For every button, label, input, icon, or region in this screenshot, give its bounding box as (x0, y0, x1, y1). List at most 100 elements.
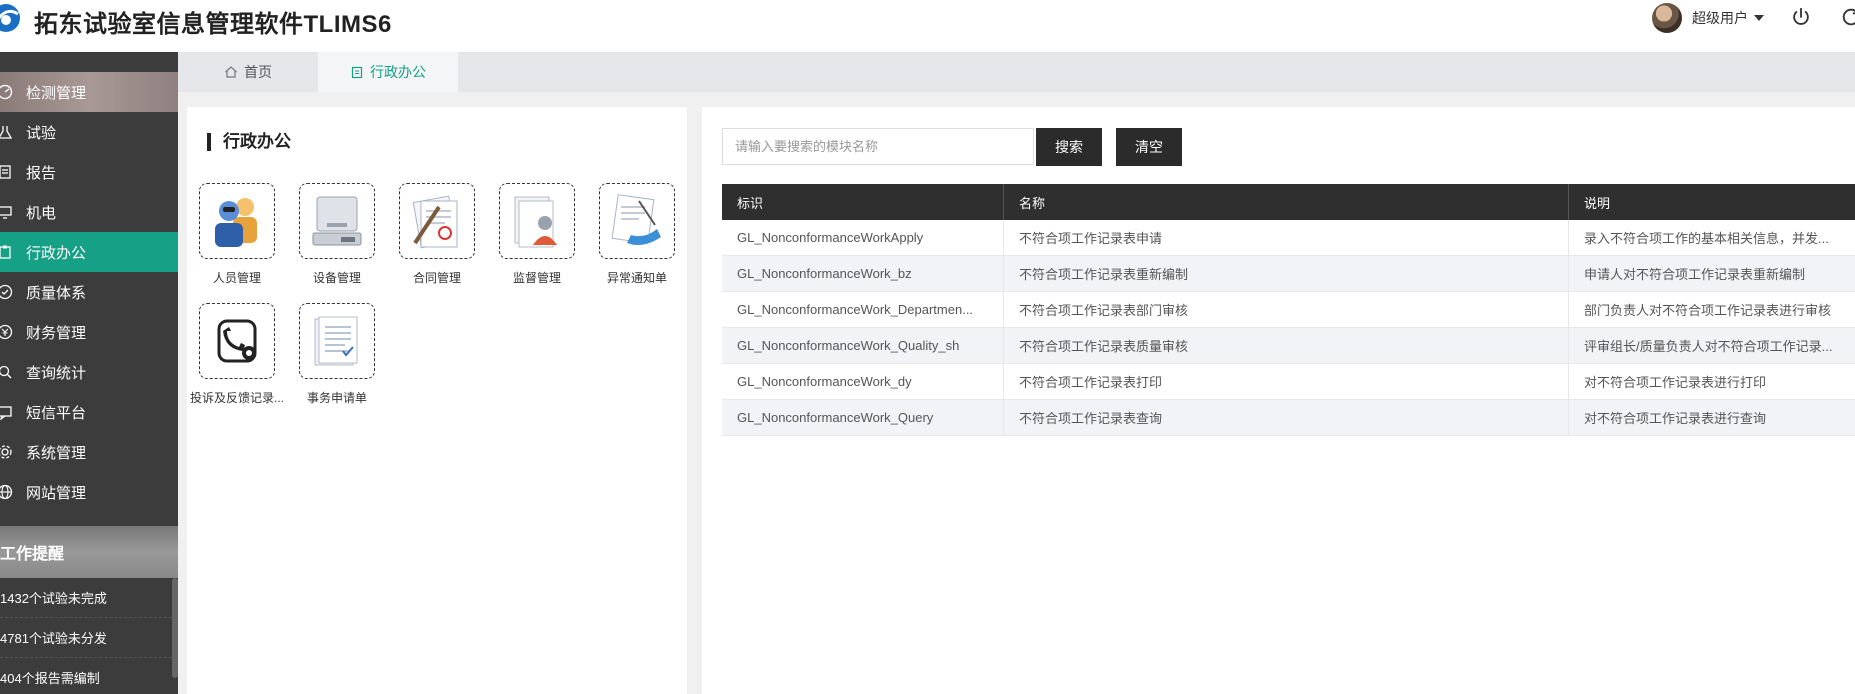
cell-id: GL_NonconformanceWork_Departmen... (722, 292, 1004, 327)
search-button[interactable]: 搜索 (1036, 128, 1102, 166)
cell-id: GL_NonconformanceWork_Quality_sh (722, 328, 1004, 363)
module-contract[interactable]: 合同管理 (387, 183, 487, 286)
column-header-description[interactable]: 说明 (1569, 184, 1855, 220)
cell-name: 不符合项工作记录表申请 (1004, 220, 1569, 255)
sidebar-item-finance[interactable]: 财务管理 (0, 312, 178, 352)
sidebar-item-label: 短信平台 (26, 404, 87, 422)
reminder-text[interactable]: 404个报告需编制 (0, 668, 100, 687)
module-label: 设备管理 (312, 271, 361, 285)
table-row[interactable]: GL_NonconformanceWorkApply 不符合项工作记录表申请 录… (722, 220, 1855, 256)
cell-name: 不符合项工作记录表打印 (1004, 364, 1569, 399)
sidebar-item-label: 查询统计 (26, 364, 87, 382)
cell-description: 部门负责人对不符合项工作记录表进行审核 (1584, 303, 1832, 318)
refresh-icon[interactable] (1840, 6, 1855, 28)
sidebar-item-label: 系统管理 (26, 444, 87, 462)
sidebar-item-electromechanical[interactable]: 机电 (0, 192, 178, 232)
sidebar-item-admin-office[interactable]: 行政办公 (0, 232, 178, 272)
table-row[interactable]: GL_NonconformanceWork_Quality_sh 不符合项工作记… (722, 328, 1855, 364)
column-header-id[interactable]: 标识 (722, 184, 1004, 220)
cell-name: 不符合项工作记录表质量审核 (1004, 328, 1569, 363)
reminder-scrollbar[interactable] (172, 578, 178, 678)
sidebar-item-label: 行政办公 (26, 244, 87, 262)
module-panel: 行政办公 人员管理 设备管理 合同管理 监督管理 异常通知单 投诉及反馈记录..… (187, 107, 687, 694)
cell-description: 对不符合项工作记录表进行查询 (1584, 411, 1767, 426)
sidebar-item-label: 试验 (26, 124, 57, 142)
cell-id: GL_NonconformanceWorkApply (722, 220, 1004, 255)
app-header: 拓东试验室信息管理软件TLIMS6 超级用户 (0, 0, 1855, 52)
notice-icon[interactable] (599, 183, 675, 259)
module-label: 异常通知单 (606, 271, 667, 285)
tab-home[interactable]: 首页 (178, 52, 318, 92)
contract-icon[interactable] (399, 183, 475, 259)
tab-bar: 首页 行政办公 (178, 52, 1855, 92)
cell-description: 对不符合项工作记录表进行打印 (1584, 375, 1767, 390)
module-label: 合同管理 (412, 271, 461, 285)
cell-description: 评审组长/质量负责人对不符合项工作记录... (1584, 339, 1833, 354)
clear-button[interactable]: 清空 (1116, 128, 1182, 166)
reminder-text[interactable]: 1432个试验未完成 (0, 588, 107, 607)
app-logo-icon (0, 4, 20, 32)
sidebar-item-report[interactable]: 报告 (0, 152, 178, 192)
reminder-item[interactable]: 1432个试验未完成 (0, 578, 172, 618)
table-header: 标识 名称 说明 (722, 184, 1855, 220)
app-title: 拓东试验室信息管理软件TLIMS6 (34, 11, 392, 38)
phone-gear-icon[interactable] (199, 303, 275, 379)
sidebar-item-sms[interactable]: 短信平台 (0, 392, 178, 432)
cell-description: 录入不符合项工作的基本相关信息，并发... (1584, 231, 1829, 246)
power-icon[interactable] (1790, 6, 1812, 28)
panel-title: 行政办公 (207, 133, 291, 151)
sidebar: 检测管理 试验 报告 机电 行政办公 质量体系 财务管理 查询统计 短信平台 系… (0, 52, 178, 694)
cell-name: 不符合项工作记录表部门审核 (1004, 292, 1569, 327)
table-row[interactable]: GL_NonconformanceWork_bz 不符合项工作记录表重新编制 申… (722, 256, 1855, 292)
sidebar-item-label: 报告 (26, 164, 57, 182)
sidebar-item-label: 网站管理 (26, 484, 87, 502)
module-exception-notice[interactable]: 异常通知单 (587, 183, 687, 286)
sidebar-item-label: 机电 (26, 204, 57, 222)
table-row[interactable]: GL_NonconformanceWork_Query 不符合项工作记录表查询 … (722, 400, 1855, 436)
supervisor-icon[interactable] (499, 183, 575, 259)
sidebar-item-quality[interactable]: 质量体系 (0, 272, 178, 312)
sidebar-item-system[interactable]: 系统管理 (0, 432, 178, 472)
module-label: 事务申请单 (306, 391, 367, 405)
cell-id: GL_NonconformanceWork_dy (722, 364, 1004, 399)
module-search-input[interactable] (722, 128, 1034, 165)
user-menu[interactable]: 超级用户 (1652, 2, 1764, 34)
people-icon[interactable] (199, 183, 275, 259)
module-label: 投诉及反馈记录... (189, 391, 284, 405)
user-name[interactable]: 超级用户 (1692, 8, 1748, 28)
tab-label: 行政办公 (370, 64, 426, 80)
globe-icon (0, 483, 16, 501)
module-personnel[interactable]: 人员管理 (187, 183, 287, 286)
search-icon (0, 363, 16, 381)
sidebar-item-inspection[interactable]: 检测管理 (0, 72, 178, 112)
cell-id: GL_NonconformanceWork_Query (722, 400, 1004, 435)
table-row[interactable]: GL_NonconformanceWork_Departmen... 不符合项工… (722, 292, 1855, 328)
module-supervision[interactable]: 监督管理 (487, 183, 587, 286)
sidebar-item-test[interactable]: 试验 (0, 112, 178, 152)
reminder-text[interactable]: 4781个试验未分发 (0, 628, 107, 647)
avatar[interactable] (1652, 3, 1682, 33)
form-icon[interactable] (299, 303, 375, 379)
sidebar-item-website[interactable]: 网站管理 (0, 472, 178, 512)
work-reminder-header: 工作提醒 (0, 526, 178, 578)
column-header-name[interactable]: 名称 (1004, 184, 1569, 220)
sidebar-item-query-stats[interactable]: 查询统计 (0, 352, 178, 392)
module-equipment[interactable]: 设备管理 (287, 183, 387, 286)
reminder-item[interactable]: 404个报告需编制 (0, 658, 172, 694)
cell-name: 不符合项工作记录表重新编制 (1004, 256, 1569, 291)
cell-id: GL_NonconformanceWork_bz (722, 256, 1004, 291)
module-affairs-request[interactable]: 事务申请单 (287, 303, 387, 406)
sidebar-item-label: 质量体系 (26, 284, 87, 302)
clipboard-icon (0, 243, 16, 261)
reminder-item[interactable]: 4781个试验未分发 (0, 618, 172, 658)
tab-label: 首页 (244, 64, 272, 80)
work-reminder-title: 工作提醒 (0, 546, 65, 563)
module-complaint-feedback[interactable]: 投诉及反馈记录... (187, 303, 287, 406)
tab-admin-office[interactable]: 行政办公 (318, 52, 458, 92)
module-label: 人员管理 (212, 271, 261, 285)
module-label: 监督管理 (512, 271, 561, 285)
balance-icon[interactable] (299, 183, 375, 259)
table-row[interactable]: GL_NonconformanceWork_dy 不符合项工作记录表打印 对不符… (722, 364, 1855, 400)
caret-down-icon[interactable] (1754, 15, 1764, 21)
clipboard-icon (350, 65, 364, 79)
